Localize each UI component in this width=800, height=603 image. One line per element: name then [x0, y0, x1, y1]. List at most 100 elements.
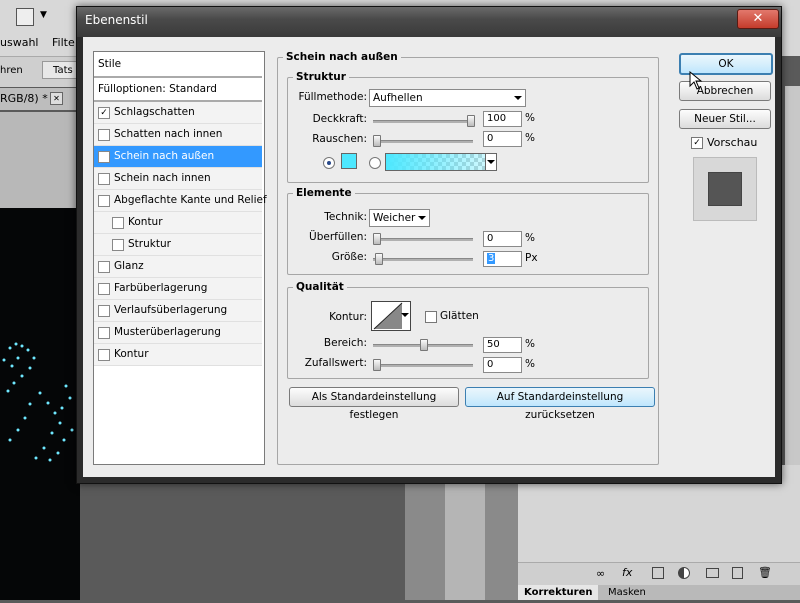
- document-tab[interactable]: RGB/8) * ✕: [0, 88, 80, 110]
- range-input[interactable]: 50: [483, 337, 522, 353]
- preview-checkbox[interactable]: ✓: [691, 137, 703, 149]
- contour-preview: [373, 302, 403, 330]
- menu-item-filter[interactable]: Filte: [52, 36, 75, 49]
- spread-input[interactable]: 0: [483, 231, 522, 247]
- new-layer-icon[interactable]: [732, 567, 743, 579]
- style-item-label: Struktur: [128, 238, 171, 250]
- gradient-radio[interactable]: [369, 157, 381, 169]
- trash-icon[interactable]: 🗑: [758, 566, 772, 579]
- noise-slider-handle[interactable]: [373, 135, 381, 147]
- preview-label: Vorschau: [707, 136, 758, 149]
- style-item[interactable]: Kontur: [94, 344, 262, 366]
- noise-input[interactable]: 0: [483, 131, 522, 147]
- reset-default-button[interactable]: Auf Standardeinstellung zurücksetzen: [465, 387, 655, 421]
- style-item-label: Kontur: [128, 216, 163, 228]
- blend-mode-select[interactable]: Aufhellen: [369, 89, 526, 107]
- fx-icon[interactable]: fx: [622, 566, 632, 579]
- close-tab-icon[interactable]: ✕: [50, 92, 63, 105]
- style-item[interactable]: Kontur: [94, 212, 262, 234]
- close-button[interactable]: ✕: [737, 9, 779, 29]
- spread-slider-handle[interactable]: [373, 233, 381, 245]
- layer-style-dialog: Ebenenstil ✕ Stile Fülloptionen: Standar…: [76, 6, 782, 484]
- spread-slider[interactable]: [373, 233, 473, 245]
- size-slider[interactable]: [373, 253, 473, 265]
- fill-options-item[interactable]: Fülloptionen: Standard: [94, 78, 262, 102]
- style-item[interactable]: Glanz: [94, 256, 262, 278]
- gradient-dropdown[interactable]: [485, 154, 496, 170]
- style-item-label: Glanz: [114, 260, 144, 272]
- make-default-button[interactable]: Als Standardeinstellung festlegen: [289, 387, 459, 421]
- opacity-slider[interactable]: [373, 115, 475, 127]
- style-checkbox[interactable]: [112, 239, 124, 251]
- style-checkbox[interactable]: [98, 349, 110, 361]
- folder-icon[interactable]: [706, 568, 719, 578]
- document-tab-label: RGB/8) *: [0, 92, 48, 105]
- style-checkbox[interactable]: [98, 305, 110, 317]
- link-icon[interactable]: ∞: [596, 567, 605, 580]
- jitter-slider-handle[interactable]: [373, 359, 381, 371]
- style-checkbox[interactable]: [98, 173, 110, 185]
- tab-korrekturen[interactable]: Korrekturen: [518, 585, 599, 600]
- menu-item-auswahl[interactable]: uswahl: [0, 36, 38, 49]
- technique-value: Weicher: [373, 212, 416, 224]
- opacity-input[interactable]: 100: [483, 111, 522, 127]
- jitter-input[interactable]: 0: [483, 357, 522, 373]
- style-item-label: Kontur: [114, 348, 149, 360]
- options-field[interactable]: Tats: [42, 61, 80, 79]
- technique-select[interactable]: Weicher: [369, 209, 430, 227]
- styles-header[interactable]: Stile: [94, 52, 262, 78]
- style-checkbox[interactable]: ✓: [98, 107, 110, 119]
- quality-title: Qualität: [293, 281, 347, 293]
- range-slider-handle[interactable]: [420, 339, 428, 351]
- dropdown-arrow-icon[interactable]: ▼: [40, 10, 47, 20]
- jitter-slider[interactable]: [373, 359, 473, 371]
- adjustment-icon[interactable]: [678, 567, 690, 579]
- mask-icon[interactable]: [652, 567, 664, 579]
- style-checkbox[interactable]: [98, 261, 110, 273]
- panel-tabs: Korrekturen Masken: [518, 585, 800, 600]
- range-slider[interactable]: [373, 339, 473, 351]
- style-checkbox[interactable]: [112, 217, 124, 229]
- noise-slider[interactable]: [373, 135, 473, 147]
- style-checkbox[interactable]: [98, 327, 110, 339]
- range-unit: %: [525, 338, 535, 350]
- glow-artwork: [2, 342, 74, 462]
- style-checkbox[interactable]: ✓: [98, 151, 110, 163]
- style-item[interactable]: Verlaufsüberlagerung: [94, 300, 262, 322]
- style-item[interactable]: ✓ Schlagschatten: [94, 102, 262, 124]
- opacity-unit: %: [525, 112, 535, 124]
- technique-label: Technik:: [324, 211, 367, 223]
- contour-picker[interactable]: [371, 301, 411, 331]
- dialog-titlebar[interactable]: Ebenenstil ✕: [77, 7, 781, 37]
- size-slider-handle[interactable]: [375, 253, 383, 265]
- new-style-button[interactable]: Neuer Stil...: [679, 109, 771, 129]
- style-item[interactable]: Musterüberlagerung: [94, 322, 262, 344]
- tab-masken[interactable]: Masken: [602, 585, 652, 600]
- style-item-label: Farbüberlagerung: [114, 282, 208, 294]
- style-item[interactable]: ✓ Schein nach außen: [94, 146, 262, 168]
- elements-title: Elemente: [293, 187, 355, 199]
- size-input[interactable]: 3: [483, 251, 522, 267]
- chevron-down-icon: [514, 96, 522, 100]
- style-checkbox[interactable]: [98, 283, 110, 295]
- style-checkbox[interactable]: [98, 129, 110, 141]
- size-unit: Px: [525, 252, 538, 264]
- smooth-checkbox[interactable]: [425, 311, 437, 323]
- style-item-label: Schlagschatten: [114, 106, 195, 118]
- jitter-label: Zufallswert:: [304, 357, 367, 369]
- style-item[interactable]: Schein nach innen: [94, 168, 262, 190]
- gradient-picker[interactable]: [385, 153, 497, 171]
- opacity-slider-handle[interactable]: [467, 115, 475, 127]
- spread-label: Überfüllen:: [309, 231, 367, 243]
- size-value: 3: [487, 253, 496, 264]
- style-item[interactable]: Struktur: [94, 234, 262, 256]
- style-item[interactable]: Schatten nach innen: [94, 124, 262, 146]
- range-label: Bereich:: [323, 337, 367, 349]
- style-item[interactable]: Abgeflachte Kante und Relief: [94, 190, 267, 212]
- style-checkbox[interactable]: [98, 195, 110, 207]
- solid-color-radio[interactable]: [323, 157, 335, 169]
- glow-color-swatch[interactable]: [341, 153, 357, 169]
- jitter-unit: %: [525, 358, 535, 370]
- style-item[interactable]: Farbüberlagerung: [94, 278, 262, 300]
- layout-icon[interactable]: [16, 8, 34, 26]
